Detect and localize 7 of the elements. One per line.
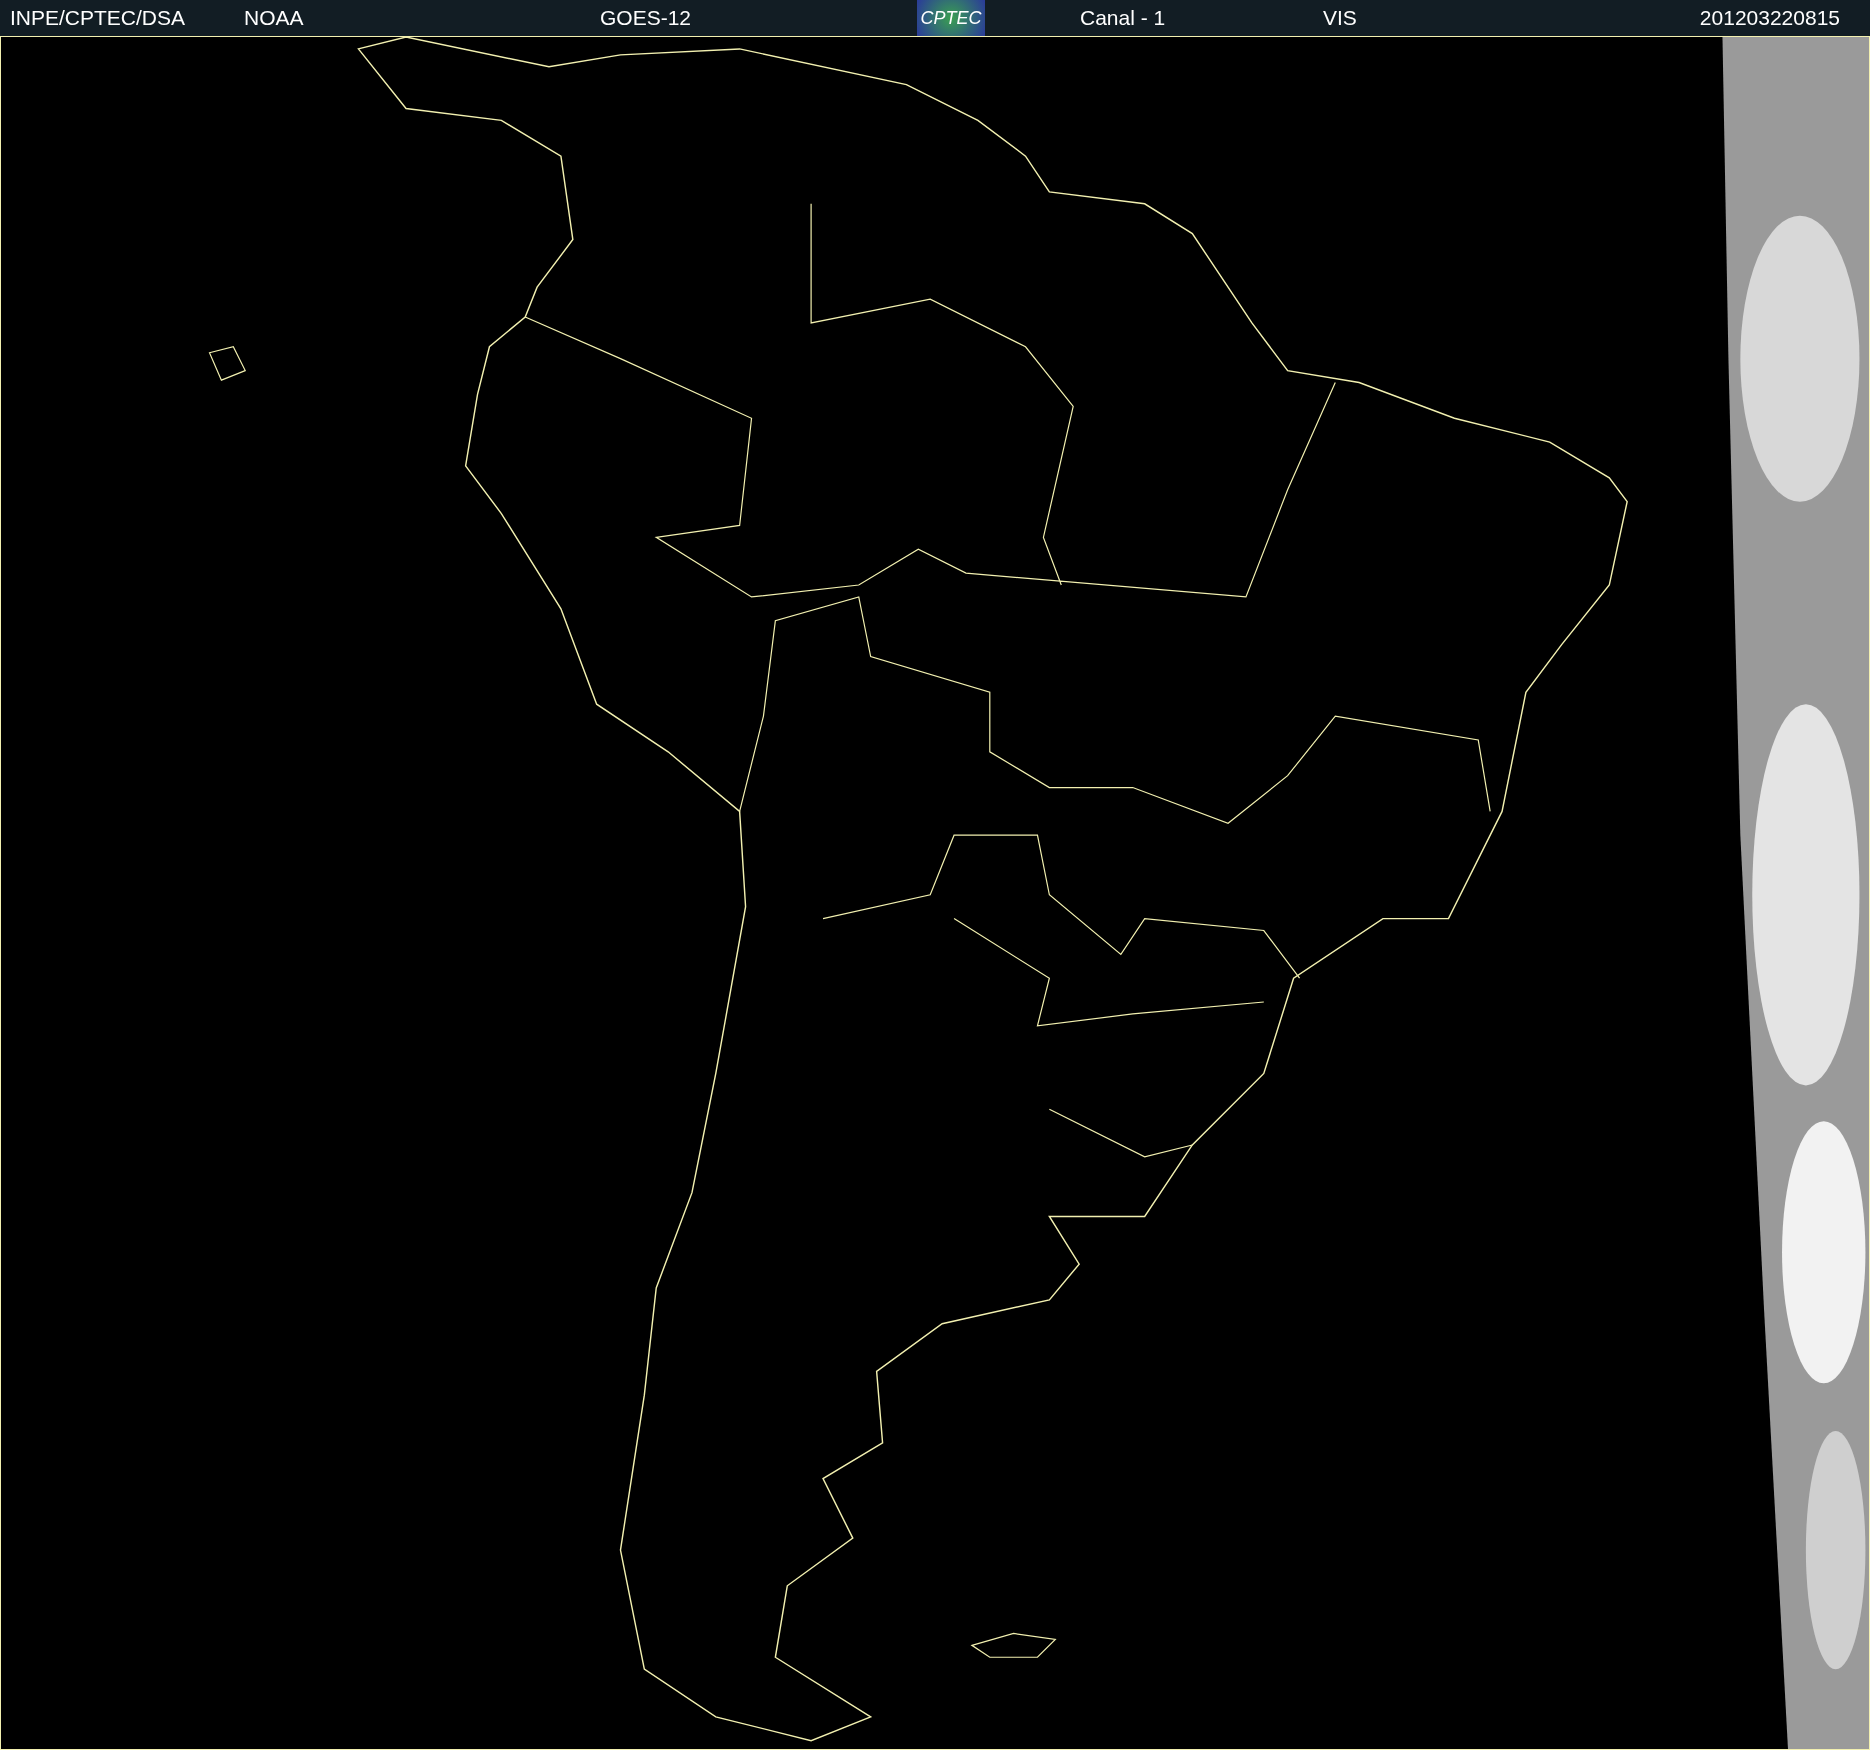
source-label: INPE/CPTEC/DSA xyxy=(10,5,186,32)
satellite-label: GOES-12 xyxy=(600,5,692,32)
agency-label: NOAA xyxy=(244,5,304,32)
channel-label: Canal - 1 xyxy=(1080,5,1166,32)
band-label: VIS xyxy=(1323,5,1357,32)
timestamp-label: 201203220815 xyxy=(1699,5,1840,32)
logo: CPTEC xyxy=(917,0,985,36)
